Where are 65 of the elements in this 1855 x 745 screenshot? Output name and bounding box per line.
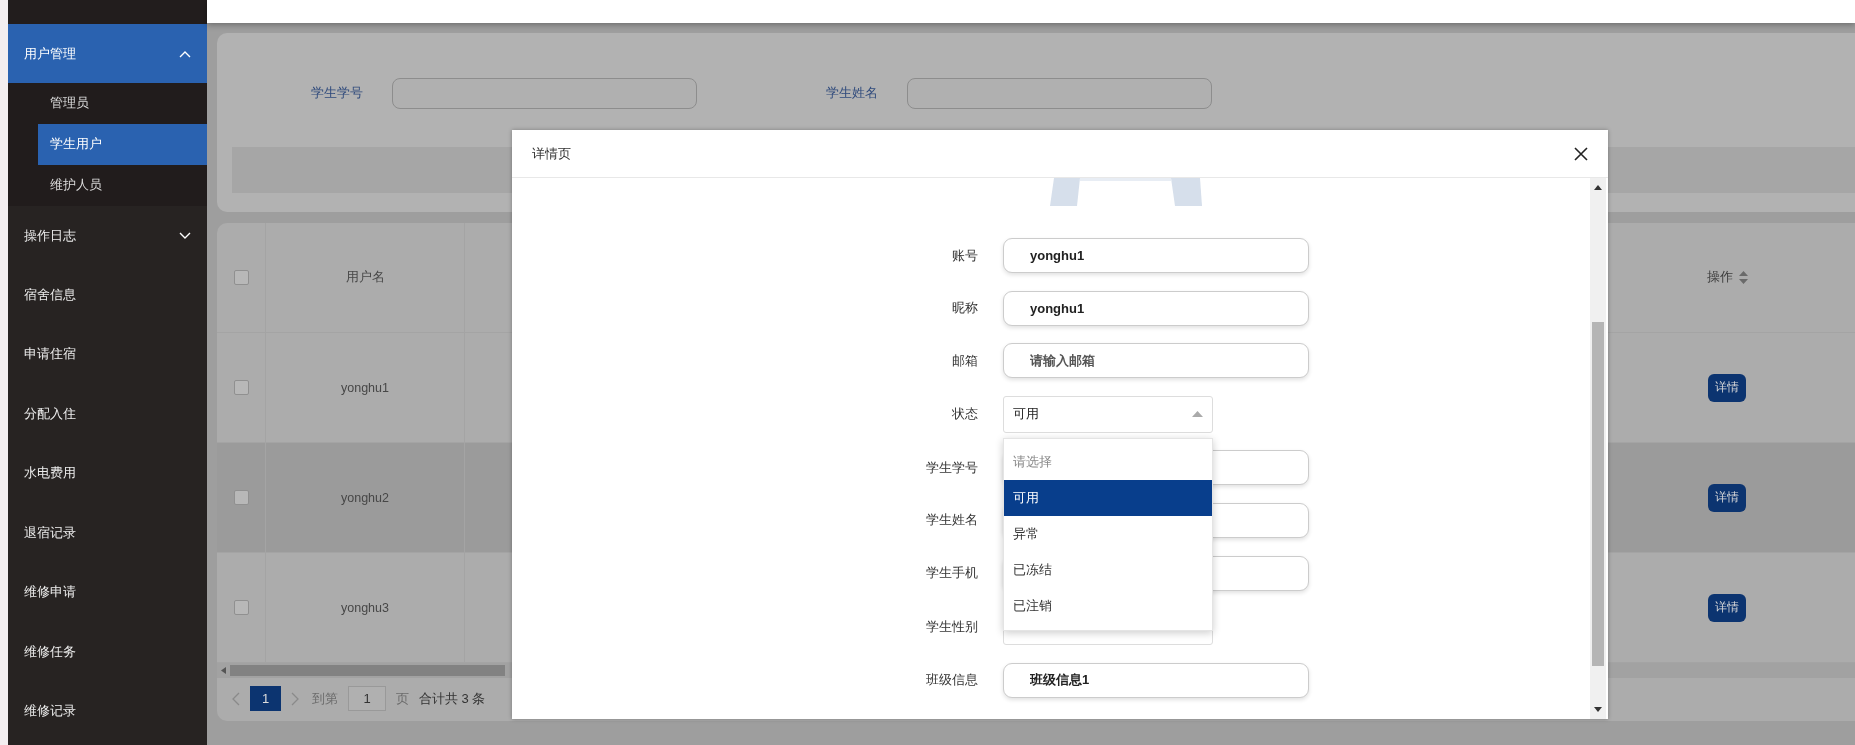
page-button[interactable]: 1	[250, 686, 281, 711]
sidebar-subitem[interactable]: 维护人员	[38, 165, 207, 206]
search-field[interactable]	[392, 78, 697, 109]
sidebar-item[interactable]: 宿舍信息	[8, 265, 207, 325]
next-page-icon[interactable]	[291, 691, 300, 706]
dropdown-option[interactable]: 已注销	[1004, 588, 1212, 624]
table-cell: yonghu3	[266, 553, 465, 662]
sidebar-item[interactable]: 维修申请	[8, 562, 207, 622]
sidebar-item[interactable]: 申请住宿	[8, 324, 207, 384]
chevron-down-icon	[179, 231, 191, 240]
dropdown-option[interactable]: 请选择	[1004, 444, 1212, 480]
previous-page-icon[interactable]	[231, 691, 240, 706]
detail-button[interactable]: 详情	[1708, 593, 1746, 622]
total-count: 合计共 3 条	[419, 689, 486, 708]
field-label: 学生姓名	[925, 511, 978, 530]
sidebar-item[interactable]: 水电费用	[8, 443, 207, 503]
checkbox[interactable]	[233, 490, 249, 505]
column-header: 操作	[1706, 269, 1733, 286]
checkbox[interactable]	[233, 270, 249, 285]
dropdown-option[interactable]: 异常	[1004, 516, 1212, 552]
sort-icon[interactable]	[1738, 271, 1748, 284]
search-label: 学生姓名	[826, 85, 879, 102]
vertical-scrollbar[interactable]	[1590, 178, 1606, 719]
sidebar-subitem[interactable]: 学生用户	[38, 124, 207, 165]
close-icon[interactable]	[1574, 146, 1588, 161]
field-label: 学生手机	[925, 564, 978, 583]
select-field[interactable]: 可用	[1003, 395, 1213, 433]
column-header: 用户名	[266, 223, 465, 332]
field-label: 账号	[951, 246, 978, 265]
field-label: 学生性别	[925, 617, 978, 636]
field-label: 班级信息	[925, 671, 978, 690]
sidebar-group[interactable]: 操作日志	[8, 206, 207, 265]
search-field[interactable]	[907, 78, 1212, 109]
chevron-up-icon	[179, 49, 191, 58]
checkbox[interactable]	[233, 600, 249, 615]
scroll-down-icon[interactable]	[1594, 707, 1602, 712]
field-label: 昵称	[951, 299, 978, 318]
input-field[interactable]: yonghu1	[1003, 238, 1309, 273]
dialog-title: 详情页	[532, 144, 571, 163]
triangle-up-icon	[1192, 411, 1203, 418]
page-input[interactable]: 1	[348, 686, 386, 711]
sidebar-group[interactable]: 用户管理	[8, 24, 207, 83]
search-label: 学生学号	[311, 85, 364, 102]
table-cell: yonghu1	[266, 333, 465, 442]
input-field[interactable]: yonghu1	[1003, 290, 1309, 326]
input-field[interactable]: 班级信息1	[1003, 662, 1309, 698]
checkbox[interactable]	[233, 380, 249, 395]
dropdown-option[interactable]: 已冻结	[1004, 552, 1212, 588]
scroll-left-icon[interactable]	[221, 667, 226, 674]
field-label: 状态	[951, 405, 978, 424]
field-label: 学生学号	[925, 458, 978, 477]
scroll-up-icon[interactable]	[1594, 185, 1602, 190]
sidebar-subitem[interactable]: 管理员	[38, 83, 207, 124]
detail-button[interactable]: 详情	[1708, 373, 1746, 402]
page-label: 页	[396, 689, 409, 708]
input-field[interactable]: 请输入邮箱	[1003, 343, 1309, 379]
goto-label: 到第	[312, 689, 338, 708]
sidebar-item[interactable]: 退宿记录	[8, 503, 207, 563]
sidebar-item[interactable]: 维修记录	[8, 681, 207, 741]
dropdown-option[interactable]: 可用	[1004, 480, 1212, 516]
sidebar-item[interactable]: 维修任务	[8, 622, 207, 682]
sidebar-item[interactable]: 分配入住	[8, 384, 207, 444]
table-cell: yonghu2	[266, 443, 465, 552]
detail-button[interactable]: 详情	[1708, 483, 1746, 512]
field-label: 邮箱	[951, 351, 978, 370]
